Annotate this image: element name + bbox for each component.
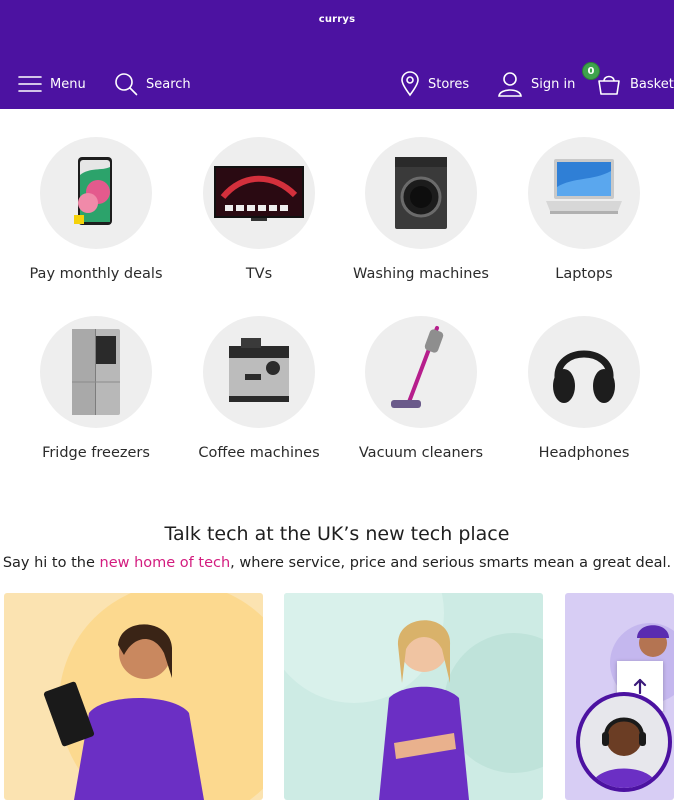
promo-subtitle: Say hi to the new home of tech, where se… [0, 555, 674, 571]
category-label: Washing machines [353, 266, 489, 282]
category-label: Pay monthly deals [29, 266, 163, 282]
live-chat-agent-button[interactable] [576, 692, 672, 792]
menu-button[interactable]: Menu [18, 68, 86, 100]
category-label: TVs [245, 266, 273, 282]
menu-label: Menu [50, 76, 86, 92]
category-label: Fridge freezers [42, 445, 150, 461]
chat-agent-avatar [580, 696, 668, 788]
promo-sub-text: , where service, price and serious smart… [230, 555, 672, 571]
fridge-freezer-image [40, 316, 152, 428]
promo-card-store-colleague[interactable] [284, 593, 543, 800]
promo-title: Talk tech at the UK’s new tech place [164, 523, 510, 545]
basket-count-badge: 0 [582, 62, 600, 80]
hamburger-icon [18, 76, 42, 92]
search-icon [115, 73, 138, 96]
category-label: Laptops [555, 266, 613, 282]
signin-button[interactable]: Sign in [497, 68, 575, 100]
category-headphones[interactable]: Headphones [504, 316, 664, 461]
stores-button[interactable]: Stores [400, 68, 469, 100]
headphones-image [528, 316, 640, 428]
vacuum-cleaner-image [365, 316, 477, 428]
new-home-of-tech-link[interactable]: new home of tech [100, 555, 231, 571]
category-label: Vacuum cleaners [358, 445, 484, 461]
category-coffee-machines[interactable]: Coffee machines [179, 316, 339, 461]
basket-button[interactable]: 0 Basket [582, 62, 674, 100]
smartphone-image [40, 137, 152, 249]
search-label: Search [146, 76, 191, 92]
washing-machine-image [365, 137, 477, 249]
basket-icon [598, 75, 620, 95]
search-button[interactable]: Search [114, 68, 191, 100]
category-label: Coffee machines [198, 445, 320, 461]
tv-image [203, 137, 315, 249]
category-label: Headphones [538, 445, 630, 461]
arrow-up-icon [633, 678, 647, 694]
signin-label: Sign in [531, 76, 576, 92]
category-vacuum-cleaners[interactable]: Vacuum cleaners [341, 316, 501, 461]
category-tvs[interactable]: TVs [179, 137, 339, 282]
stores-label: Stores [428, 76, 470, 92]
laptop-image [528, 137, 640, 249]
basket-label: Basket [630, 76, 674, 92]
category-washing-machines[interactable]: Washing machines [341, 137, 501, 282]
promo-card-headset-agent[interactable] [4, 593, 263, 800]
category-fridge-freezers[interactable]: Fridge freezers [16, 316, 176, 461]
user-icon [498, 72, 522, 97]
currys-logo[interactable]: currys [0, 14, 674, 25]
category-laptops[interactable]: Laptops [504, 137, 664, 282]
category-pay-monthly-deals[interactable]: Pay monthly deals [16, 137, 176, 282]
site-header: currys Menu Search Stores Sign in 0 Bask… [0, 0, 674, 109]
location-pin-icon [401, 71, 419, 97]
coffee-machine-image [203, 316, 315, 428]
promo-sub-text: Say hi to the [2, 555, 100, 571]
